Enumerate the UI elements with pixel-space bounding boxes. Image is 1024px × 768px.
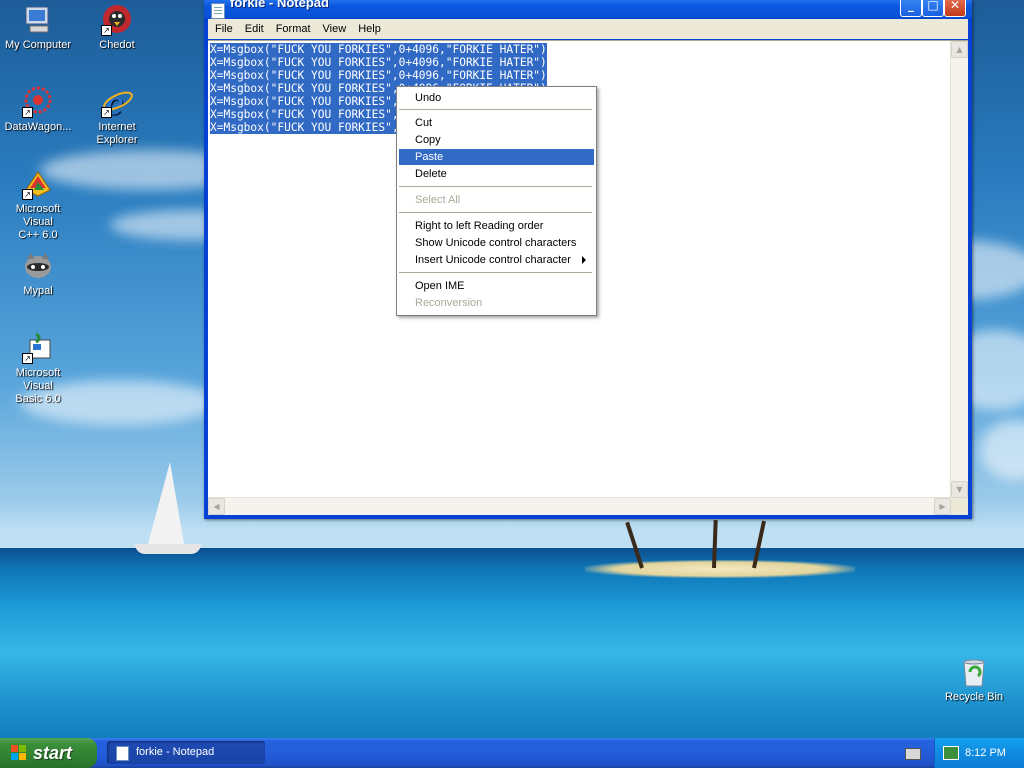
system-tray: 8:12 PM <box>934 738 1024 768</box>
text-line: X=Msgbox("FUCK YOU FORKIES",0+4096,"FORK… <box>210 43 547 56</box>
mypal-icon <box>22 250 54 282</box>
start-button[interactable]: start <box>0 738 97 768</box>
desktop-icon-label: Mypal <box>23 285 53 297</box>
datawagon-icon: ↗ <box>22 86 54 118</box>
menu-bar: File Edit Format View Help <box>208 19 968 39</box>
title-bar[interactable]: forkie - Notepad _ □ ✕ <box>204 0 972 19</box>
menu-item-select-all: Select All <box>415 194 461 206</box>
taskbar-button-label: forkie - Notepad <box>136 746 215 758</box>
menu-item-cut[interactable]: Cut <box>399 115 594 131</box>
sailboat <box>148 462 184 544</box>
desktop-icon-mypal[interactable]: Mypal <box>0 250 76 298</box>
clock[interactable]: 8:12 PM <box>965 738 1006 768</box>
menu-separator <box>399 212 592 213</box>
size-grip <box>951 498 968 515</box>
scroll-right-arrow-icon[interactable]: ▶ <box>934 498 951 515</box>
desktop-icon-label: Explorer <box>96 134 138 146</box>
desktop-icon-label: Basic 6.0 <box>15 393 61 405</box>
desktop-icon-label: Chedot <box>99 39 135 51</box>
minimize-button[interactable]: _ <box>900 0 922 17</box>
close-button[interactable]: ✕ <box>944 0 966 17</box>
notepad-icon <box>116 746 129 761</box>
menu-format[interactable]: Format <box>271 19 316 39</box>
visual-basic-icon: ↗ <box>22 332 54 364</box>
menu-edit[interactable]: Edit <box>240 19 269 39</box>
scroll-up-arrow-icon[interactable]: ▲ <box>951 41 968 58</box>
menu-item-copy[interactable]: Copy <box>399 132 594 148</box>
desktop-icon-visual-basic[interactable]: ↗ Microsoft Visual Basic 6.0 <box>0 332 76 406</box>
desktop-icon-label: Recycle Bin <box>944 691 1004 703</box>
context-menu: Undo Cut Copy Paste Delete Select All Ri… <box>396 86 597 316</box>
submenu-arrow-icon <box>582 256 586 264</box>
desktop-icon-label: DataWagon... <box>4 121 72 133</box>
menu-separator <box>399 272 592 273</box>
scroll-down-arrow-icon[interactable]: ▼ <box>951 481 968 498</box>
horizontal-scrollbar[interactable]: ◀ ▶ <box>208 497 951 515</box>
vertical-scrollbar[interactable]: ▲ ▼ <box>950 41 968 498</box>
internet-explorer-icon: e ↗ <box>101 86 133 122</box>
maximize-button[interactable]: □ <box>922 0 944 17</box>
menu-item-delete[interactable]: Delete <box>399 166 594 182</box>
desktop-icon-datawagon[interactable]: ↗ DataWagon... <box>0 86 76 134</box>
chedot-icon: ↗ <box>101 4 133 36</box>
desktop-icon-label: My Computer <box>4 39 72 51</box>
visual-cpp-icon: ↗ <box>22 168 54 200</box>
text-line: X=Msgbox("FUCK YOU FORKIES",0+4096,"FORK… <box>210 69 547 82</box>
keyboard-language-icon[interactable] <box>905 748 921 760</box>
menu-item-show-unicode[interactable]: Show Unicode control characters <box>399 235 594 251</box>
desktop-icon-chedot[interactable]: ↗ Chedot <box>79 4 155 52</box>
scroll-left-arrow-icon[interactable]: ◀ <box>208 498 225 515</box>
desktop-icon-visual-cpp[interactable]: ↗ Microsoft Visual C++ 6.0 <box>0 168 76 242</box>
menu-view[interactable]: View <box>318 19 352 39</box>
menu-item-reconversion: Reconversion <box>415 297 483 309</box>
desktop-icon-recycle-bin[interactable]: Recycle Bin <box>936 656 1012 704</box>
desktop-icon-my-computer[interactable]: My Computer <box>0 4 76 52</box>
menu-separator <box>399 109 592 110</box>
menu-item-right-to-left[interactable]: Right to left Reading order <box>399 218 594 234</box>
my-computer-icon <box>22 4 54 36</box>
menu-item-paste[interactable]: Paste <box>399 149 594 165</box>
menu-separator <box>399 186 592 187</box>
desktop-icon-label: C++ 6.0 <box>18 229 58 241</box>
windows-logo-icon <box>11 745 26 760</box>
recycle-bin-icon <box>958 656 990 688</box>
taskbar: start forkie - Notepad 8:12 PM <box>0 738 1024 768</box>
desktop-icon-label: Microsoft Visual <box>15 203 61 228</box>
desktop-icon-label: Microsoft Visual <box>15 367 61 392</box>
desktop-icon-label: Internet <box>98 121 136 133</box>
menu-file[interactable]: File <box>210 19 238 39</box>
taskbar-button-notepad[interactable]: forkie - Notepad <box>107 741 265 764</box>
start-label: start <box>33 743 73 763</box>
menu-item-undo[interactable]: Undo <box>399 90 594 106</box>
window-title: forkie - Notepad <box>230 0 329 10</box>
menu-item-insert-unicode-label: Insert Unicode control character <box>415 254 571 266</box>
menu-item-insert-unicode[interactable]: Insert Unicode control character <box>399 252 594 268</box>
text-line: X=Msgbox("FUCK YOU FORKIES",0+4096,"FORK… <box>210 56 547 69</box>
network-icon[interactable] <box>943 746 959 760</box>
sea <box>0 548 1024 738</box>
menu-item-open-ime[interactable]: Open IME <box>399 278 594 294</box>
notepad-icon <box>211 3 225 19</box>
menu-help[interactable]: Help <box>353 19 386 39</box>
desktop-icon-internet-explorer[interactable]: e ↗ Internet Explorer <box>79 86 155 147</box>
island <box>585 560 855 578</box>
